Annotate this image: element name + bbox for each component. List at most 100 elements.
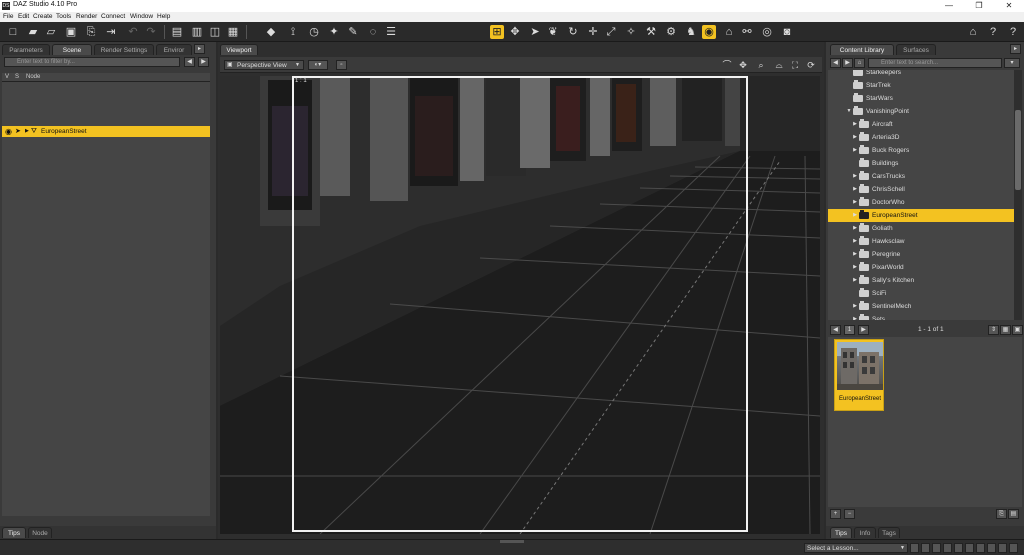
zoom-slider-icon[interactable]: ⇕ xyxy=(988,325,999,335)
redo-icon[interactable]: ↷ xyxy=(144,25,158,39)
lesson-step-icon[interactable] xyxy=(965,543,974,553)
lesson-step-icon[interactable] xyxy=(932,543,941,553)
menu-file[interactable]: File xyxy=(3,13,13,20)
menu-create[interactable]: Create xyxy=(33,13,53,20)
column-selectable[interactable]: S xyxy=(15,73,19,82)
tab-tags[interactable]: Tags xyxy=(878,527,900,538)
pane-grip[interactable] xyxy=(500,540,524,543)
expand-arrow-icon[interactable]: ▶ xyxy=(852,196,858,209)
scene-filter-input[interactable]: Enter text to filter by... xyxy=(4,57,180,67)
export-icon[interactable]: ⇥ xyxy=(104,25,118,39)
column-visible[interactable]: V xyxy=(5,73,9,82)
import-icon[interactable]: ⎘ xyxy=(84,25,98,39)
expand-arrow-icon[interactable]: ▶ xyxy=(852,144,858,157)
frame-icon[interactable]: ⛶ xyxy=(788,58,802,72)
select-cursor-icon[interactable]: ➤ xyxy=(15,126,21,137)
iray-render-icon[interactable]: ▦ xyxy=(226,25,240,39)
tree-item[interactable]: ▶ EuropeanStreet xyxy=(828,209,1016,222)
tree-item[interactable]: ▶ Peregrine xyxy=(828,248,1016,261)
expand-arrow-icon[interactable]: ▶ xyxy=(852,170,858,183)
expand-arrow-icon[interactable]: ▶ xyxy=(852,235,858,248)
joint-rotate-icon[interactable]: ⚒ xyxy=(644,25,658,39)
tab-menu-icon[interactable]: ▸ xyxy=(1010,44,1021,54)
tab-content-library[interactable]: Content Library xyxy=(830,44,894,55)
lesson-step-icon[interactable] xyxy=(954,543,963,553)
scene-node-row[interactable]: ◉ ➤ ▶ ⛛ EuropeanStreet xyxy=(2,126,210,137)
zoom-icon[interactable]: ⌕ xyxy=(754,58,768,72)
timer-icon[interactable]: ◷ xyxy=(307,25,321,39)
tree-item[interactable]: Starkeepers xyxy=(828,70,1016,79)
tree-item[interactable]: StarTrek xyxy=(828,79,1016,92)
lesson-select[interactable]: Select a Lesson... ▼ xyxy=(804,543,908,553)
whats-this-icon[interactable]: ? xyxy=(986,25,1000,39)
camera-icon[interactable]: ⌂ xyxy=(722,25,736,39)
expand-arrow-icon[interactable]: ▶ xyxy=(852,261,858,274)
help-icon[interactable]: ? xyxy=(1006,25,1020,39)
tab-scene[interactable]: Scene xyxy=(52,44,92,55)
tree-item[interactable]: SciFi xyxy=(828,287,1016,300)
tab-surfaces[interactable]: Surfaces xyxy=(896,44,936,55)
add-icon[interactable]: + xyxy=(830,509,841,519)
paint-tool-icon[interactable]: ✎ xyxy=(346,25,360,39)
save-icon[interactable]: ▣ xyxy=(64,25,78,39)
tree-item[interactable]: ▶ Goliath xyxy=(828,222,1016,235)
joint-editor-icon[interactable]: ⟟ xyxy=(286,25,300,39)
expand-arrow-icon[interactable]: ▶ xyxy=(852,274,858,287)
lesson-prev-icon[interactable] xyxy=(921,543,930,553)
merge-icon[interactable]: ▱ xyxy=(44,25,58,39)
remove-icon[interactable]: − xyxy=(844,509,855,519)
pane-splitter[interactable] xyxy=(0,518,216,524)
open-icon[interactable]: ▰ xyxy=(26,25,40,39)
page-prev-icon[interactable]: ◀ xyxy=(830,325,841,335)
figure-icon[interactable]: ♞ xyxy=(684,25,698,39)
tree-scroll-thumb[interactable] xyxy=(1015,110,1021,190)
tab-info[interactable]: Info xyxy=(854,527,876,538)
spot-tool-icon[interactable]: ◌ xyxy=(366,25,380,39)
tab-tips[interactable]: Tips xyxy=(830,527,852,538)
sequence-icon[interactable]: ☰ xyxy=(384,25,398,39)
content-icon[interactable]: ◉ xyxy=(702,25,716,39)
menu-window[interactable]: Window xyxy=(130,13,153,20)
pan-icon[interactable]: ✥ xyxy=(736,58,750,72)
universal-tool-icon[interactable]: ✥ xyxy=(508,25,522,39)
tree-item[interactable]: ▶ PixarWorld xyxy=(828,261,1016,274)
tree-item[interactable]: ▶ Hawksclaw xyxy=(828,235,1016,248)
expand-arrow-icon[interactable]: ▶ xyxy=(852,222,858,235)
undo-icon[interactable]: ↶ xyxy=(126,25,140,39)
tree-item[interactable]: ▶ Buck Rogers xyxy=(828,144,1016,157)
details-icon[interactable]: ▤ xyxy=(1008,509,1019,519)
daz-store-icon[interactable]: ⌂ xyxy=(966,25,980,39)
tree-scrollbar[interactable] xyxy=(1014,70,1022,320)
visibility-eye-icon[interactable]: ◉ xyxy=(5,126,12,137)
lesson-next-icon[interactable] xyxy=(987,543,996,553)
menu-edit[interactable]: Edit xyxy=(18,13,29,20)
list-view-icon[interactable]: ▦ xyxy=(1000,325,1011,335)
surface-selection-icon[interactable]: ❦ xyxy=(546,25,560,39)
dolly-icon[interactable]: ⌓ xyxy=(772,58,786,72)
transform-icon[interactable]: ✧ xyxy=(624,25,638,39)
back-icon[interactable]: ◀ xyxy=(830,58,841,68)
tree-item[interactable]: ▶ Sets xyxy=(828,313,1016,320)
tab-menu-icon[interactable]: ▸ xyxy=(194,44,205,54)
lesson-step-icon[interactable] xyxy=(943,543,952,553)
minimize-button[interactable]: — xyxy=(934,0,964,12)
expand-arrow-icon[interactable]: ▶ xyxy=(852,131,858,144)
unlock-icon[interactable]: ◎ xyxy=(760,25,774,39)
column-node[interactable]: Node xyxy=(26,73,40,82)
expand-arrow-icon[interactable]: ▶ xyxy=(852,313,858,320)
screenshot-icon[interactable]: ◙ xyxy=(780,25,794,39)
geometry-tool-icon[interactable]: ✦ xyxy=(327,25,341,39)
expand-arrow-icon[interactable]: ▶ xyxy=(852,118,858,131)
expand-arrow-icon[interactable]: ▶ xyxy=(25,126,29,137)
icon-view-icon[interactable]: ▣ xyxy=(1012,325,1023,335)
menu-help[interactable]: Help xyxy=(157,13,170,20)
geometry-editor-icon[interactable]: ⚙ xyxy=(664,25,678,39)
tree-item[interactable]: ▶ Aircraft xyxy=(828,118,1016,131)
library-search-input[interactable]: Enter text to search... xyxy=(868,58,1002,68)
expand-arrow-icon[interactable]: ▶ xyxy=(852,300,858,313)
new-scene-icon[interactable]: □ xyxy=(6,25,20,39)
node-selection-icon[interactable]: ➤ xyxy=(528,25,542,39)
orbit-icon[interactable]: ⌒ xyxy=(720,58,734,72)
expand-arrow-icon[interactable]: ▶ xyxy=(852,209,858,222)
tree-item[interactable]: ▶ Sally's Kitchen xyxy=(828,274,1016,287)
